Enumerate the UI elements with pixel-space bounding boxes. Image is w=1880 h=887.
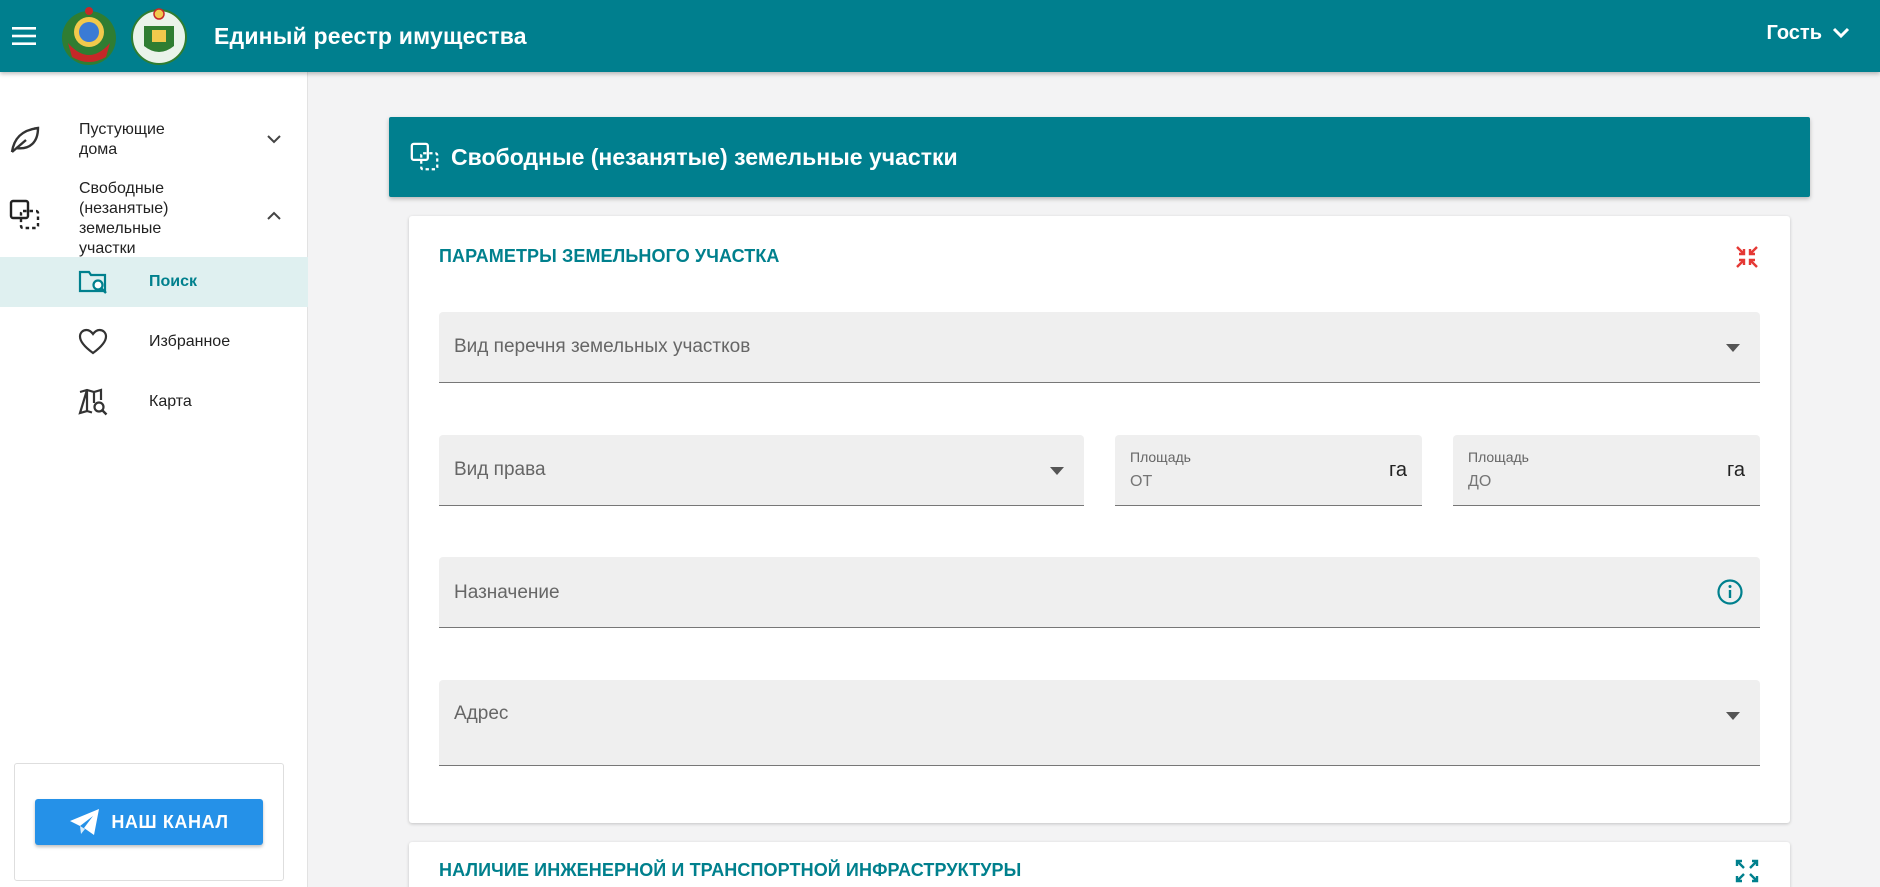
menu-button[interactable] (0, 6, 48, 66)
user-menu[interactable]: Гость (1766, 0, 1850, 66)
land-parameters-card: ПАРАМЕТРЫ ЗЕМЕЛЬНОГО УЧАСТКА Вид перечня… (409, 216, 1790, 823)
app-title: Единый реестр имущества (214, 22, 527, 49)
sidebar-item-label: Поиск (149, 273, 198, 290)
sidebar: Пустующие дома Свободные (незанятые) зем… (0, 72, 308, 887)
sidebar-group-label: Пустующие дома (79, 121, 165, 158)
area-to-label: Площадь (1468, 449, 1529, 465)
area-from-input[interactable] (1130, 473, 1330, 491)
address-label: Адрес (454, 703, 509, 724)
app-header: Единый реестр имущества Гость (0, 0, 1880, 72)
purpose-field[interactable]: Назначение (439, 557, 1760, 628)
area-to-unit: га (1727, 459, 1745, 481)
expand-icon[interactable] (1734, 858, 1760, 884)
user-name: Гость (1766, 21, 1822, 44)
list-type-label: Вид перечня земельных участков (454, 336, 751, 357)
section-title-infrastructure: НАЛИЧИЕ ИНЖЕНЕРНОЙ И ТРАНСПОРТНОЙ ИНФРАС… (439, 860, 1022, 880)
our-channel-button[interactable]: НАШ КАНАЛ (35, 799, 263, 845)
dropdown-arrow-icon (1050, 467, 1064, 475)
telegram-icon (70, 809, 100, 835)
area-to-input[interactable] (1468, 473, 1668, 491)
sidebar-item-favorites[interactable]: Избранное (0, 317, 308, 367)
chevron-down-icon (1832, 27, 1850, 39)
sidebar-item-search[interactable]: Поиск (0, 257, 308, 307)
dropdown-arrow-icon (1726, 344, 1740, 352)
land-plots-icon (9, 199, 40, 230)
sidebar-group-label: Свободные (незанятые) земельные участки (79, 180, 169, 257)
area-from-label: Площадь (1130, 449, 1191, 465)
list-type-select[interactable]: Вид перечня земельных участков (439, 312, 1760, 383)
channel-button-label: НАШ КАНАЛ (111, 811, 229, 832)
address-select[interactable]: Адрес (439, 680, 1760, 766)
land-plots-icon (410, 142, 439, 171)
infrastructure-card: НАЛИЧИЕ ИНЖЕНЕРНОЙ И ТРАНСПОРТНОЙ ИНФРАС… (409, 842, 1790, 887)
area-from-field[interactable]: Площадь га (1115, 435, 1422, 506)
panel-header: Свободные (незанятые) земельные участки (389, 117, 1810, 197)
area-to-field[interactable]: Площадь га (1453, 435, 1760, 506)
state-emblem-icon (62, 7, 116, 65)
channel-box: НАШ КАНАЛ (14, 763, 284, 881)
purpose-label: Назначение (454, 582, 560, 603)
right-type-label: Вид права (454, 459, 546, 480)
sidebar-item-label: Карта (149, 393, 192, 410)
sidebar-item-map[interactable]: Карта (0, 377, 308, 427)
dropdown-arrow-icon (1726, 712, 1740, 720)
leaf-icon (10, 126, 40, 153)
chevron-down-icon (267, 135, 281, 144)
section-title-parameters: ПАРАМЕТРЫ ЗЕМЕЛЬНОГО УЧАСТКА (439, 246, 780, 266)
hamburger-icon (12, 27, 36, 45)
collapse-icon[interactable] (1734, 244, 1760, 270)
panel-title: Свободные (незанятые) земельные участки (451, 143, 958, 170)
right-type-select[interactable]: Вид права (439, 435, 1084, 506)
info-icon[interactable] (1716, 578, 1744, 606)
sidebar-item-label: Избранное (149, 333, 231, 350)
folder-search-icon (78, 270, 107, 294)
regional-emblem-icon (131, 8, 187, 65)
area-from-unit: га (1389, 459, 1407, 481)
heart-icon (78, 328, 108, 355)
map-search-icon (78, 388, 108, 416)
chevron-up-icon (267, 211, 281, 220)
sidebar-group-empty-houses[interactable]: Пустующие дома (0, 110, 308, 168)
